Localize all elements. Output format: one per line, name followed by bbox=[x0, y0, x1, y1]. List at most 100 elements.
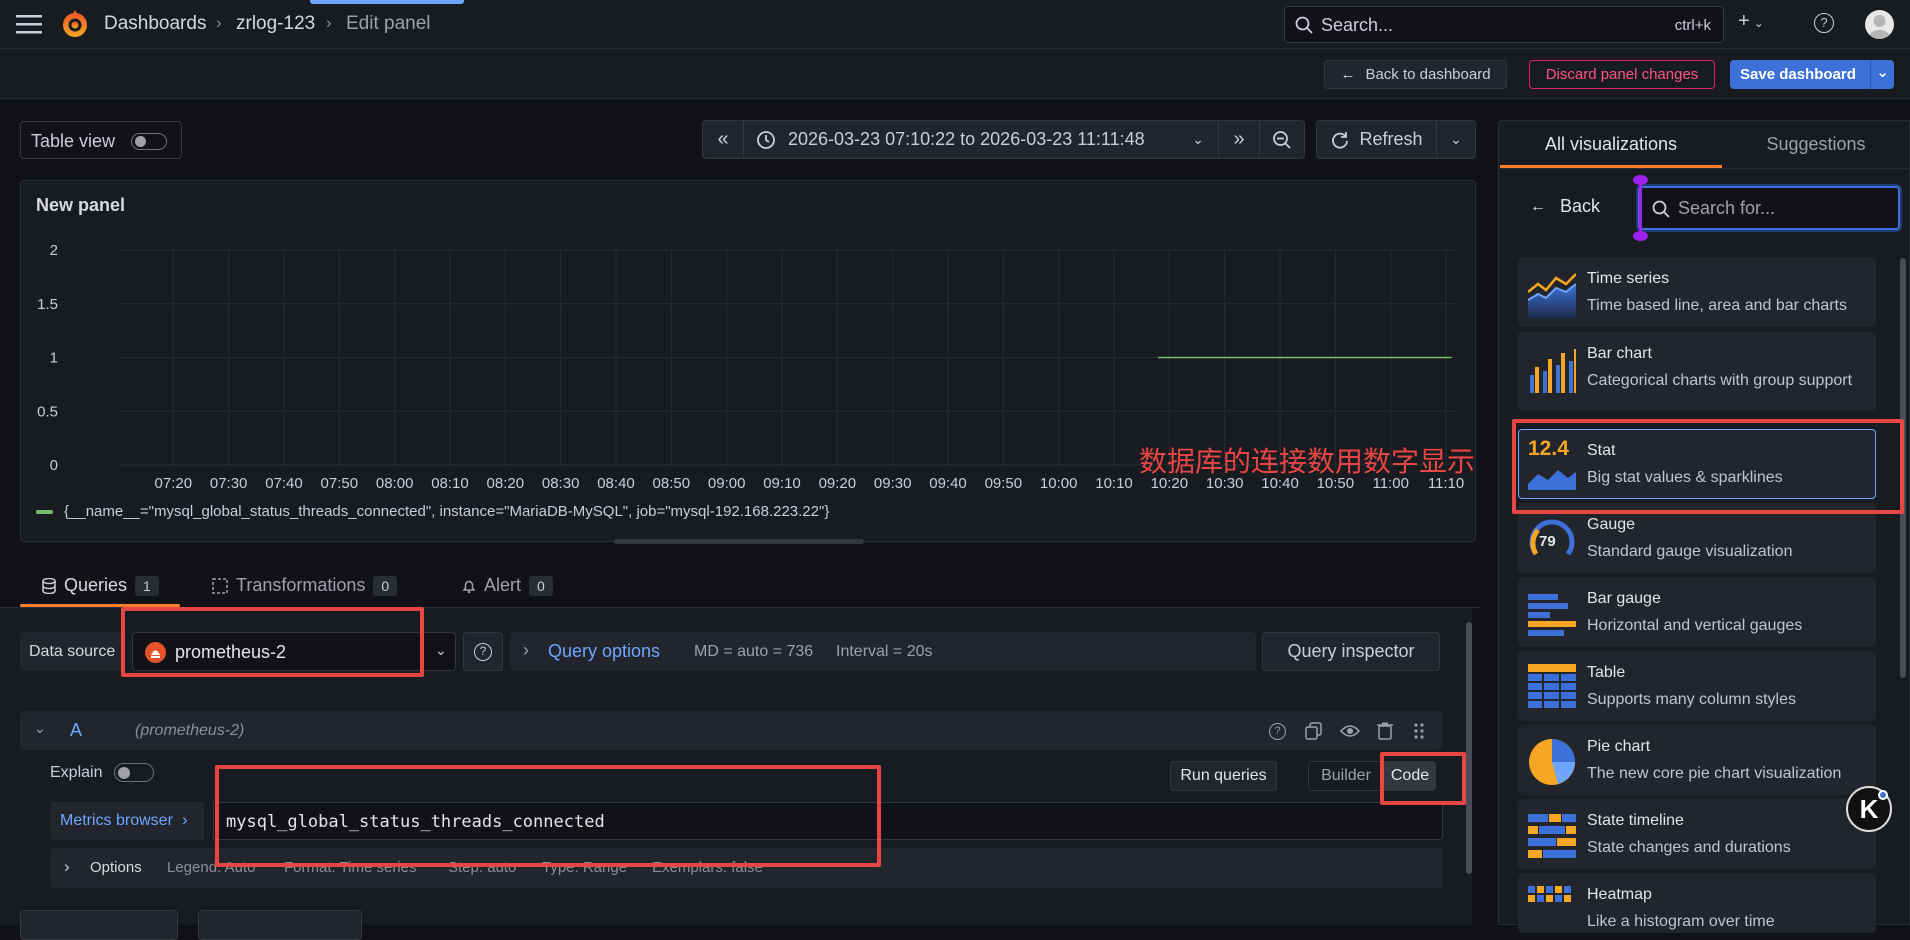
annotation-text: 数据库的连接数用数字显示 bbox=[1139, 446, 1476, 477]
chevron-down-icon: ⌄ bbox=[1192, 131, 1204, 147]
tab-suggestions-label: Suggestions bbox=[1766, 134, 1866, 154]
viz-item-bar-chart[interactable]: Bar chart Categorical charts with group … bbox=[1518, 332, 1876, 411]
clock-icon bbox=[756, 130, 776, 150]
stat-icon-number: 12.4 bbox=[1528, 437, 1569, 460]
tab-suggestions[interactable]: Suggestions bbox=[1722, 121, 1910, 168]
breadcrumb-dashboard[interactable]: zrlog-123 bbox=[236, 13, 315, 35]
trash-icon[interactable] bbox=[1377, 722, 1393, 744]
copy-icon[interactable] bbox=[1305, 722, 1323, 744]
viz-item-time-series[interactable]: Time series Time based line, area and ba… bbox=[1518, 257, 1876, 327]
floating-k-button[interactable]: K bbox=[1846, 786, 1892, 832]
query-options-row[interactable]: › Options Legend: Auto Format: Time seri… bbox=[50, 848, 1443, 888]
user-avatar[interactable] bbox=[1865, 10, 1894, 39]
tab-all-visualizations[interactable]: All visualizations bbox=[1500, 121, 1722, 168]
chevron-down-icon: ⌄ bbox=[1450, 131, 1462, 147]
query-expression-input[interactable]: mysql_global_status_threads_connected bbox=[213, 802, 1443, 840]
tab-transformations-count: 0 bbox=[373, 575, 398, 596]
prometheus-icon bbox=[145, 642, 166, 663]
chevron-down-icon[interactable]: ⌄ bbox=[1870, 60, 1894, 89]
tab-queries-label: Queries bbox=[64, 575, 128, 595]
query-ref-id[interactable]: A bbox=[70, 720, 82, 741]
drag-handle-icon[interactable] bbox=[1413, 722, 1425, 744]
viz-item-bar-gauge[interactable]: Bar gauge Horizontal and vertical gauges bbox=[1518, 577, 1876, 647]
tab-alert[interactable]: Alert 0 bbox=[462, 575, 553, 596]
add-query-button[interactable] bbox=[20, 910, 178, 940]
plus-icon: + bbox=[1738, 10, 1750, 32]
viz-search-input[interactable]: Search for... bbox=[1638, 186, 1900, 230]
query-inspector-button[interactable]: Query inspector bbox=[1262, 632, 1440, 671]
tab-queries[interactable]: Queries 1 bbox=[42, 575, 159, 596]
run-queries-button[interactable]: Run queries bbox=[1170, 761, 1277, 791]
viz-desc: State changes and durations bbox=[1587, 839, 1791, 856]
save-dashboard-label: Save dashboard bbox=[1740, 66, 1856, 83]
viz-item-heatmap[interactable]: Heatmap Like a histogram over time bbox=[1518, 873, 1876, 933]
help-icon: ? bbox=[474, 642, 492, 661]
breadcrumb-dashboards[interactable]: Dashboards bbox=[104, 13, 206, 35]
y-tick-label: 1.5 bbox=[37, 296, 58, 313]
search-icon bbox=[1652, 200, 1670, 222]
refresh-button[interactable]: Refresh bbox=[1316, 120, 1437, 159]
options-row-exemplars: Exemplars: false bbox=[652, 859, 763, 876]
discard-changes-button[interactable]: Discard panel changes bbox=[1529, 60, 1715, 89]
x-tick-label: 08:30 bbox=[542, 475, 580, 492]
viz-name: Time series bbox=[1587, 270, 1670, 287]
viz-desc: The new core pie chart visualization bbox=[1587, 765, 1842, 782]
metrics-browser-button[interactable]: Metrics browser › bbox=[50, 802, 204, 840]
query-options-bar[interactable]: › Query options MD = auto = 736 Interval… bbox=[510, 632, 1256, 671]
query-ref-source: (prometheus-2) bbox=[135, 722, 245, 739]
chevron-down-icon[interactable]: ⌄ bbox=[34, 720, 46, 737]
edit-panel-toolbar: ← Back to dashboard Discard panel changes… bbox=[0, 49, 1910, 99]
builder-mode-button[interactable]: Builder bbox=[1308, 761, 1384, 791]
time-range-picker[interactable]: 2026-03-23 07:10:22 to 2026-03-23 11:11:… bbox=[743, 120, 1219, 159]
chart-legend[interactable]: {__name__="mysql_global_status_threads_c… bbox=[36, 503, 829, 520]
refresh-interval-dropdown[interactable]: ⌄ bbox=[1436, 120, 1476, 159]
gauge-icon-number: 79 bbox=[1539, 533, 1556, 550]
builder-mode-label: Builder bbox=[1321, 767, 1371, 784]
time-series-chart[interactable]: 0 0.5 1 1.5 2 07:20 07:30 07:40 07:50 08:00 08:10 0… bbox=[20, 230, 1476, 530]
save-dashboard-button[interactable]: Save dashboard ⌄ bbox=[1730, 60, 1894, 89]
back-to-dashboard-button[interactable]: ← Back to dashboard bbox=[1324, 60, 1507, 89]
datasource-name: prometheus-2 bbox=[175, 642, 287, 662]
expression-button[interactable] bbox=[198, 910, 362, 940]
viz-name: Gauge bbox=[1587, 516, 1636, 533]
help-icon[interactable]: ? bbox=[1269, 723, 1286, 740]
viz-desc: Time based line, area and bar charts bbox=[1587, 297, 1847, 314]
menu-icon[interactable] bbox=[16, 14, 42, 34]
datasource-help-button[interactable]: ? bbox=[463, 632, 503, 671]
query-row-header[interactable]: ⌄ A (prometheus-2) ? bbox=[20, 711, 1443, 750]
toggle-switch[interactable] bbox=[114, 763, 155, 782]
query-options-label[interactable]: Query options bbox=[548, 641, 660, 662]
viz-item-stat[interactable]: 12.4 Stat Big stat values & sparklines bbox=[1518, 429, 1876, 499]
x-tick-label: 08:20 bbox=[487, 475, 525, 492]
eye-icon[interactable] bbox=[1339, 723, 1361, 743]
viz-item-table[interactable]: Table Supports many column styles bbox=[1518, 651, 1876, 721]
viz-desc: Big stat values & sparklines bbox=[1587, 469, 1783, 486]
grafana-logo-icon[interactable] bbox=[60, 9, 90, 39]
zoom-out-button[interactable] bbox=[1259, 120, 1305, 159]
chevron-down-icon: ⌄ bbox=[435, 642, 447, 658]
y-tick-label: 0 bbox=[50, 457, 58, 474]
toggle-switch[interactable] bbox=[131, 133, 167, 150]
viz-item-gauge[interactable]: 79 Gauge Standard gauge visualization bbox=[1518, 503, 1876, 573]
tab-transformations[interactable]: Transformations 0 bbox=[212, 575, 398, 596]
viz-item-state-timeline[interactable]: State timeline State changes and duratio… bbox=[1518, 799, 1876, 869]
datasource-picker[interactable]: prometheus-2 ⌄ bbox=[132, 632, 456, 671]
viz-item-pie-chart[interactable]: Pie chart The new core pie chart visuali… bbox=[1518, 725, 1876, 795]
code-mode-button[interactable]: Code bbox=[1384, 761, 1436, 791]
chevron-right-icon: › bbox=[523, 640, 529, 660]
y-tick-label: 2 bbox=[50, 242, 58, 259]
panel-title[interactable]: New panel bbox=[36, 195, 125, 216]
table-view-toggle[interactable]: Table view bbox=[20, 121, 182, 159]
panel-resize-handle[interactable] bbox=[614, 539, 864, 544]
explain-toggle[interactable]: Explain bbox=[50, 763, 155, 782]
time-forward-button[interactable]: » bbox=[1218, 120, 1260, 159]
query-scrollbar[interactable] bbox=[1466, 622, 1472, 874]
time-back-button[interactable]: « bbox=[702, 120, 744, 159]
x-tick-label: 10:10 bbox=[1095, 475, 1133, 492]
add-menu-button[interactable]: + ⌄ bbox=[1738, 10, 1778, 38]
help-icon[interactable]: ? bbox=[1814, 13, 1834, 33]
viz-back-button[interactable]: ← Back bbox=[1530, 196, 1600, 217]
sidebar-scrollbar[interactable] bbox=[1900, 258, 1906, 678]
status-dot bbox=[1878, 790, 1888, 800]
search-box[interactable]: Search... ctrl+k bbox=[1284, 6, 1724, 43]
